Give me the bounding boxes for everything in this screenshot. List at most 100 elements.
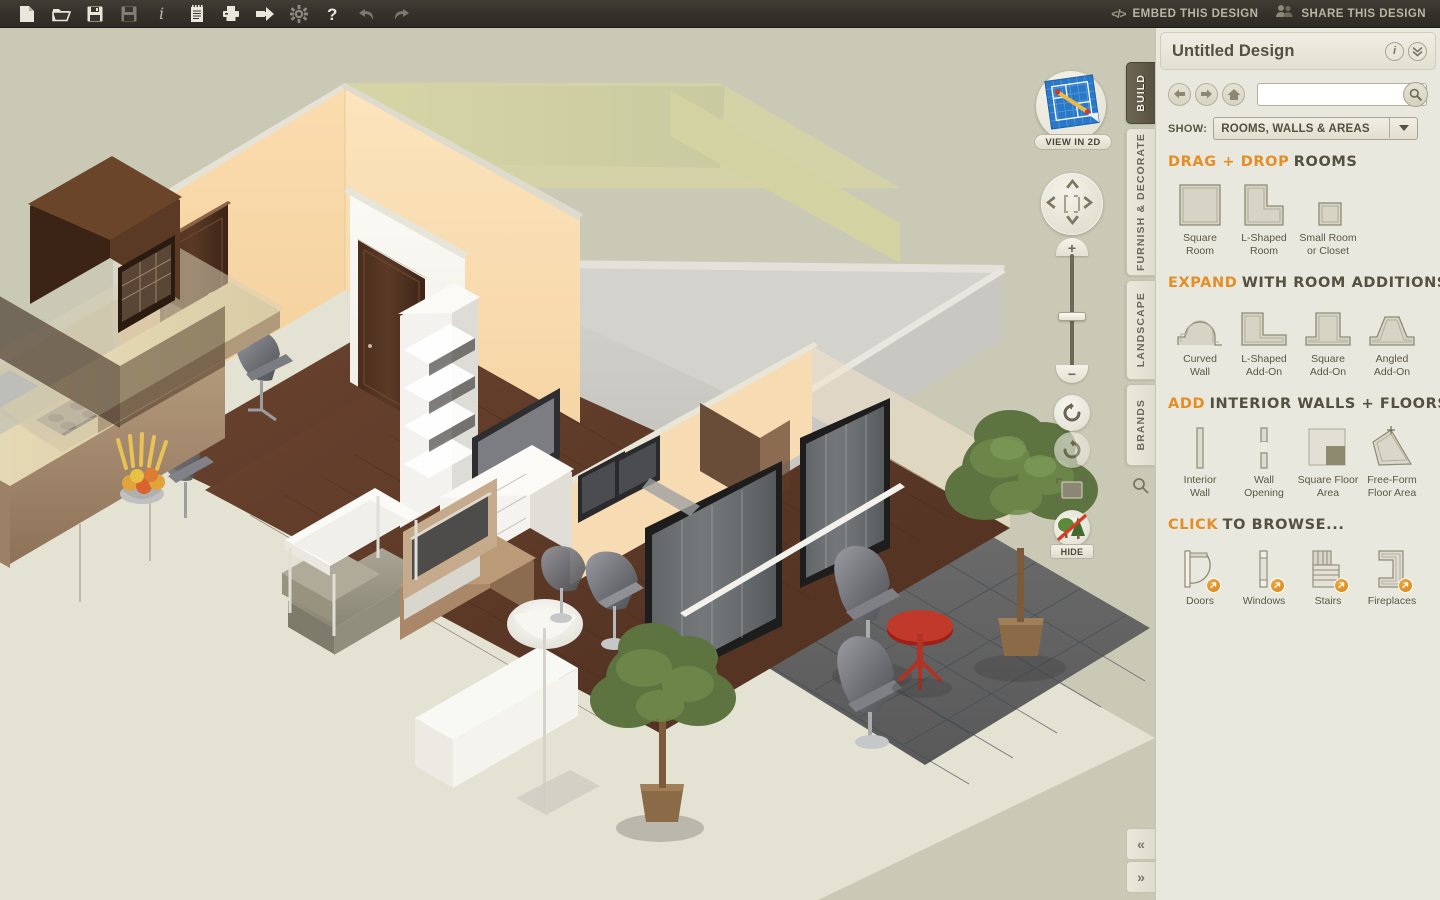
section-click-to-browse: CLICK TO BROWSE... Doors Windows Stairs …	[1156, 503, 1440, 612]
item-square-room[interactable]: Square Room	[1168, 180, 1232, 257]
item-label-line1: Stairs	[1314, 595, 1342, 607]
item-wall-opening[interactable]: Wall Opening	[1232, 422, 1296, 499]
top-toolbar: i ? </> EMBED THIS DESIGN SHARE THIS DES…	[0, 0, 1440, 28]
item-label-line2: or Closet	[1306, 244, 1349, 257]
pan-navigation-pad[interactable]	[1041, 173, 1103, 235]
zoom-out-button[interactable]: −	[1056, 365, 1088, 383]
pan-up-icon[interactable]	[1065, 176, 1080, 194]
collapse-panel-button[interactable]: «	[1126, 828, 1155, 860]
open-folder-icon[interactable]	[44, 1, 78, 27]
item-square-add-on[interactable]: Square Add-On	[1296, 301, 1360, 378]
embed-design-label: EMBED THIS DESIGN	[1132, 7, 1259, 20]
item-interior-wall[interactable]: Interior Wall	[1168, 422, 1232, 499]
export-icon[interactable]	[248, 1, 282, 27]
item-doors[interactable]: Doors	[1168, 543, 1232, 608]
zoom-slider-track[interactable]	[1070, 254, 1074, 368]
section-title-rest: WITH ROOM ADDITIONS	[1241, 275, 1440, 291]
print-icon[interactable]	[214, 1, 248, 27]
item-label-line1: Curved	[1183, 353, 1217, 365]
new-document-icon[interactable]	[10, 1, 44, 27]
item-small-room-or-closet[interactable]: Small Room or Closet	[1296, 180, 1360, 257]
chevron-down-icon[interactable]	[1389, 118, 1417, 138]
floorplan-3d-render[interactable]	[0, 28, 1155, 900]
item-stairs[interactable]: Stairs	[1296, 543, 1360, 608]
item-fireplaces[interactable]: Fireplaces	[1360, 543, 1424, 608]
item-label-line1: Free-Form	[1367, 474, 1417, 486]
design-canvas-3d[interactable]: VIEW IN 2D + − HIDE	[0, 28, 1155, 900]
section-title: CLICK TO BROWSE...	[1168, 516, 1440, 534]
panel-search-button[interactable]	[1403, 81, 1428, 107]
item-square-floor-area[interactable]: Square Floor Area	[1296, 422, 1360, 499]
nav-forward-button[interactable]	[1195, 82, 1218, 106]
panel-navbar	[1160, 76, 1436, 112]
item-free-form-floor-area[interactable]: Free-Form Floor Area	[1360, 422, 1424, 499]
angled-add-on-icon	[1367, 301, 1417, 349]
item-label-line2: Room	[1185, 244, 1214, 257]
item-label-line1: Doors	[1185, 595, 1214, 607]
help-icon[interactable]: ?	[316, 1, 350, 27]
settings-gear-icon[interactable]	[282, 1, 316, 27]
item-label-line1: Small Room	[1299, 232, 1357, 244]
redo-icon[interactable]	[384, 1, 418, 27]
section-title-rest: TO BROWSE...	[1222, 517, 1345, 533]
design-title: Untitled Design	[1172, 41, 1295, 60]
vtab-build[interactable]: BUILD	[1126, 62, 1155, 124]
panel-collapse-button[interactable]	[1408, 41, 1427, 61]
nav-back-button[interactable]	[1168, 82, 1191, 106]
item-l-shaped-room[interactable]: L-Shaped Room	[1232, 180, 1296, 257]
panel-search-box[interactable]	[1257, 81, 1428, 107]
zoom-slider-handle[interactable]	[1058, 312, 1086, 321]
vtab-landscape[interactable]: LANDSCAPE	[1126, 280, 1155, 380]
item-l-shaped-add-on[interactable]: L-Shaped Add-On	[1232, 301, 1296, 378]
pan-left-icon[interactable]	[1044, 195, 1056, 215]
notes-icon[interactable]	[180, 1, 214, 27]
hide-plants-button[interactable]	[1054, 510, 1090, 546]
nav-home-button[interactable]	[1222, 82, 1245, 106]
door-icon	[1177, 543, 1223, 593]
zoom-slider[interactable]: + −	[1056, 238, 1088, 383]
show-filter-select[interactable]: ROOMS, WALLS & AREAS	[1213, 117, 1419, 140]
share-design-label: SHARE THIS DESIGN	[1301, 7, 1426, 20]
save-as-icon[interactable]	[112, 1, 146, 27]
vtab-furnish-decorate[interactable]: FURNISH & DECORATE	[1126, 128, 1155, 276]
section-room-additions: EXPAND WITH ROOM ADDITIONS Curved Wall L…	[1156, 261, 1440, 382]
panel-search-input[interactable]	[1258, 83, 1400, 105]
snapshot-button[interactable]	[1054, 472, 1090, 508]
zoom-in-label: +	[1067, 240, 1077, 256]
section-title-highlight: DRAG + DROP	[1168, 154, 1290, 170]
fireplace-icon	[1369, 543, 1415, 593]
view-in-2d-button[interactable]: VIEW IN 2D	[1034, 71, 1112, 150]
vtab-search-button[interactable]	[1126, 470, 1155, 500]
square-add-on-icon	[1303, 301, 1353, 349]
browse-badge-icon	[1334, 578, 1349, 593]
item-label-line2: Opening	[1244, 486, 1284, 499]
chevron-double-down-icon	[1412, 46, 1423, 57]
item-windows[interactable]: Windows	[1232, 543, 1296, 608]
design-info-button[interactable]: i	[1385, 41, 1404, 61]
undo-icon[interactable]	[350, 1, 384, 27]
save-icon[interactable]	[78, 1, 112, 27]
blueprint-pencil-icon	[1043, 73, 1102, 132]
pan-right-icon[interactable]	[1083, 195, 1095, 215]
expand-panel-button[interactable]: »	[1126, 861, 1155, 893]
browse-badge-icon	[1398, 578, 1413, 593]
vtab-brands[interactable]: BRANDS	[1126, 384, 1155, 466]
curved-wall-icon	[1175, 301, 1225, 349]
vtab-build-label: BUILD	[1135, 74, 1147, 112]
pan-down-icon[interactable]	[1065, 214, 1080, 232]
item-curved-wall[interactable]: Curved Wall	[1168, 301, 1232, 378]
rotate-right-button[interactable]	[1054, 432, 1090, 468]
item-angled-add-on[interactable]: Angled Add-On	[1360, 301, 1424, 378]
l-shaped-room-icon	[1241, 180, 1287, 228]
view-in-2d-label: VIEW IN 2D	[1045, 136, 1101, 148]
embed-design-button[interactable]: </> EMBED THIS DESIGN	[1111, 7, 1258, 21]
square-floor-area-icon	[1305, 422, 1351, 470]
rotate-left-button[interactable]	[1054, 395, 1090, 431]
browse-badge-icon	[1270, 578, 1285, 593]
section-title-rest: ROOMS	[1293, 154, 1358, 170]
recenter-view-button[interactable]	[1064, 195, 1080, 213]
section-title: EXPAND WITH ROOM ADDITIONS	[1168, 274, 1440, 292]
snapshot-frame-icon	[1056, 478, 1088, 502]
info-icon[interactable]: i	[146, 1, 180, 27]
share-design-button[interactable]: SHARE THIS DESIGN	[1276, 4, 1426, 23]
